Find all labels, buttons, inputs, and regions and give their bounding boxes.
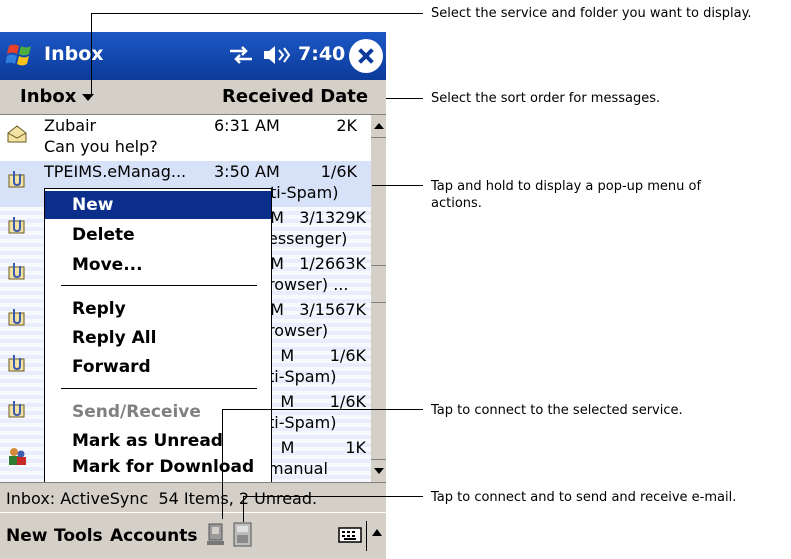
callout-line	[386, 98, 423, 99]
new-menu-button[interactable]: New	[6, 526, 47, 546]
menu-item-label: Mark as Unread	[72, 431, 223, 451]
list-item[interactable]: Zubair 6:31 AM 2K Can you help?	[0, 115, 371, 161]
accounts-menu-button[interactable]: Accounts	[110, 526, 197, 546]
message-subject: ti-Spam)	[268, 413, 337, 432]
attachment-envelope-icon	[8, 217, 25, 234]
title-bar: Inbox 7:40	[0, 32, 386, 80]
tools-menu-button[interactable]: Tools	[54, 526, 103, 546]
menu-item-delete[interactable]: Delete	[45, 221, 271, 249]
attachment-envelope-icon	[8, 401, 25, 418]
attachment-envelope-icon	[8, 171, 25, 188]
menu-item-label: Forward	[72, 357, 151, 377]
send-receive-icon[interactable]	[232, 521, 254, 549]
menu-item-new[interactable]: New	[45, 191, 271, 219]
callout-connect: Tap to connect to the selected service.	[431, 403, 683, 418]
callout-line	[222, 409, 423, 410]
callout-line	[372, 185, 423, 186]
message-subject: ti-Spam)	[268, 367, 337, 386]
callout-service: Select the service and folder you want t…	[431, 6, 752, 21]
clock[interactable]: 7:40	[298, 43, 345, 65]
vertical-scrollbar[interactable]	[371, 115, 386, 482]
message-subject: Can you help?	[44, 137, 158, 156]
callout-hold: Tap and hold to display a pop-up menu of…	[431, 178, 701, 212]
message-subject: rowser) ...	[268, 275, 349, 294]
arrow-up-icon	[374, 123, 384, 129]
chevron-down-icon	[82, 93, 95, 101]
arrow-down-icon	[374, 468, 384, 474]
menu-item-label: Mark for Download	[72, 457, 255, 477]
callout-line	[222, 409, 223, 519]
folder-dropdown[interactable]: Inbox	[20, 86, 95, 107]
status-text: Inbox: ActiveSync 54 Items, 2 Unread.	[6, 489, 318, 508]
message-sender: TPEIMS.eManag...	[44, 162, 187, 181]
context-menu: New Delete Move... Reply Reply All Forwa…	[44, 188, 272, 484]
message-subject: manual	[268, 459, 328, 478]
callout-line	[243, 496, 244, 522]
message-sender: Zubair	[44, 116, 97, 135]
attachment-envelope-icon	[8, 355, 25, 372]
menu-item-reply[interactable]: Reply	[45, 295, 271, 323]
callout-line	[243, 496, 423, 497]
window-title: Inbox	[44, 43, 104, 65]
status-bar: Inbox: ActiveSync 54 Items, 2 Unread.	[0, 482, 386, 513]
callout-line	[91, 13, 92, 95]
folder-bar: Inbox Received Date	[0, 80, 386, 122]
scroll-up-button[interactable]	[371, 115, 386, 138]
menu-divider	[61, 285, 257, 286]
callout-sort: Select the sort order for messages.	[431, 91, 661, 106]
callout-hold-line2: actions.	[431, 196, 482, 211]
message-size: 1/6K	[320, 162, 357, 181]
keyboard-icon[interactable]	[338, 527, 362, 543]
folder-dropdown-label: Inbox	[20, 86, 77, 107]
menu-item-label: Delete	[72, 225, 135, 245]
menu-item-move[interactable]: Move...	[45, 251, 271, 279]
pocket-pc-screen: Inbox 7:40 Inbox Received Date Zubair 6:…	[0, 32, 386, 559]
sort-dropdown-label: Received Date	[222, 86, 369, 107]
menu-item-label: Reply All	[72, 328, 157, 348]
sip-arrow-up-icon[interactable]	[372, 529, 382, 536]
menu-item-label: Move...	[72, 255, 143, 275]
scroll-thumb[interactable]	[371, 265, 386, 303]
message-subject: ti-Spam)	[270, 183, 339, 202]
message-time: 6:31 AM	[214, 116, 280, 135]
message-subject: rowser)	[268, 321, 329, 340]
menu-item-label: Send/Receive	[72, 402, 201, 422]
message-time: 3:50 AM	[214, 162, 280, 181]
connectivity-icon[interactable]	[228, 44, 254, 66]
attachment-envelope-icon	[8, 309, 25, 326]
connect-icon[interactable]	[206, 523, 226, 547]
windows-start-icon[interactable]	[6, 40, 36, 70]
menu-item-label: New	[72, 195, 114, 215]
attachment-envelope-icon	[8, 263, 25, 280]
open-envelope-icon	[7, 125, 27, 143]
callout-line	[91, 13, 423, 14]
message-size: 2K	[336, 116, 357, 135]
people-icon	[9, 448, 26, 465]
menu-item-send-receive: Send/Receive	[45, 398, 271, 426]
volume-icon[interactable]	[262, 44, 290, 66]
menu-item-mark-unread[interactable]: Mark as Unread	[45, 427, 271, 455]
menu-item-label: Reply	[72, 299, 126, 319]
message-subject: essenger)	[268, 229, 348, 248]
scroll-down-button[interactable]	[371, 459, 386, 482]
menu-item-mark-download[interactable]: Mark for Download	[45, 453, 271, 481]
divider	[366, 521, 367, 551]
menu-bar: New Tools Accounts	[0, 512, 386, 559]
callout-hold-line1: Tap and hold to display a pop-up menu of	[431, 179, 702, 194]
callout-send-receive: Tap to connect and to send and receive e…	[431, 490, 737, 505]
close-icon[interactable]	[349, 39, 383, 73]
menu-divider	[61, 388, 257, 389]
menu-item-reply-all[interactable]: Reply All	[45, 324, 271, 352]
menu-item-forward[interactable]: Forward	[45, 353, 271, 381]
